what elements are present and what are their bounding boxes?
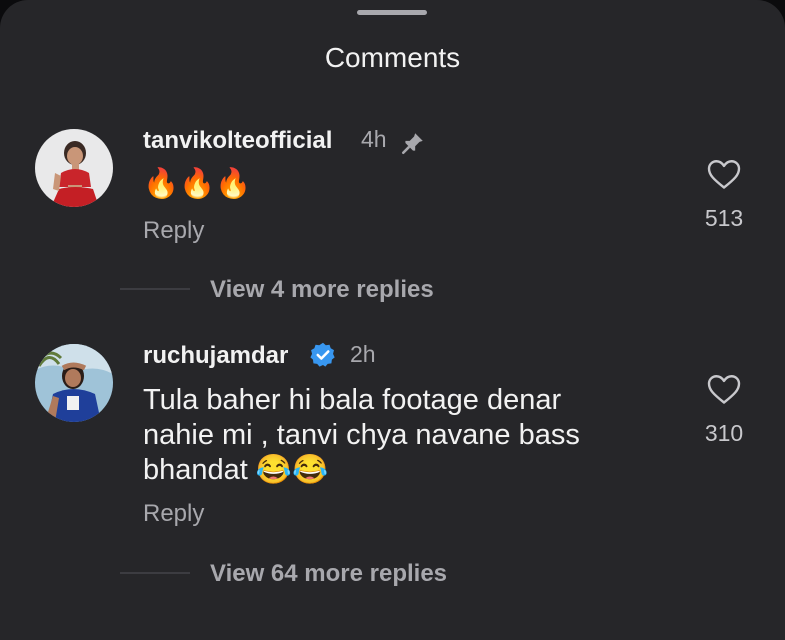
verified-badge-icon — [310, 342, 335, 367]
avatar[interactable] — [35, 129, 113, 207]
like-count: 513 — [704, 205, 744, 231]
drag-handle[interactable] — [357, 10, 427, 15]
avatar-ruchujamdar-image — [35, 344, 113, 422]
heart-icon[interactable] — [706, 372, 742, 406]
view-more-replies-button[interactable]: View 4 more replies — [210, 276, 434, 304]
sheet-title: Comments — [324, 42, 461, 73]
like-count: 310 — [704, 420, 744, 446]
reply-button[interactable]: Reply — [143, 217, 204, 245]
pin-icon — [401, 133, 423, 155]
replies-divider — [120, 572, 190, 574]
reply-button[interactable]: Reply — [143, 500, 204, 528]
comment-text-line: bhandat 😂😂 — [143, 454, 329, 486]
comment-text: 🔥🔥🔥 — [143, 168, 252, 200]
replies-divider — [120, 288, 190, 290]
comment-time: 4h — [361, 126, 387, 152]
comments-sheet: Comments tanvikolteofficial 4h 🔥🔥🔥 Reply… — [0, 0, 785, 640]
comment-time: 2h — [350, 341, 376, 367]
view-more-replies-button[interactable]: View 64 more replies — [210, 560, 447, 588]
comment-username[interactable]: ruchujamdar — [143, 342, 288, 370]
heart-icon[interactable] — [706, 157, 742, 191]
comment-text-line: nahie mi , tanvi chya navane bass — [143, 419, 580, 451]
comment-username[interactable]: tanvikolteofficial — [143, 127, 332, 155]
avatar[interactable] — [35, 344, 113, 422]
comment-text-line: Tula baher hi bala footage denar — [143, 384, 562, 416]
comment-text: Tula baher hi bala footage denar nahie m… — [143, 383, 580, 488]
avatar-tanvikolteofficial-image — [35, 129, 113, 207]
